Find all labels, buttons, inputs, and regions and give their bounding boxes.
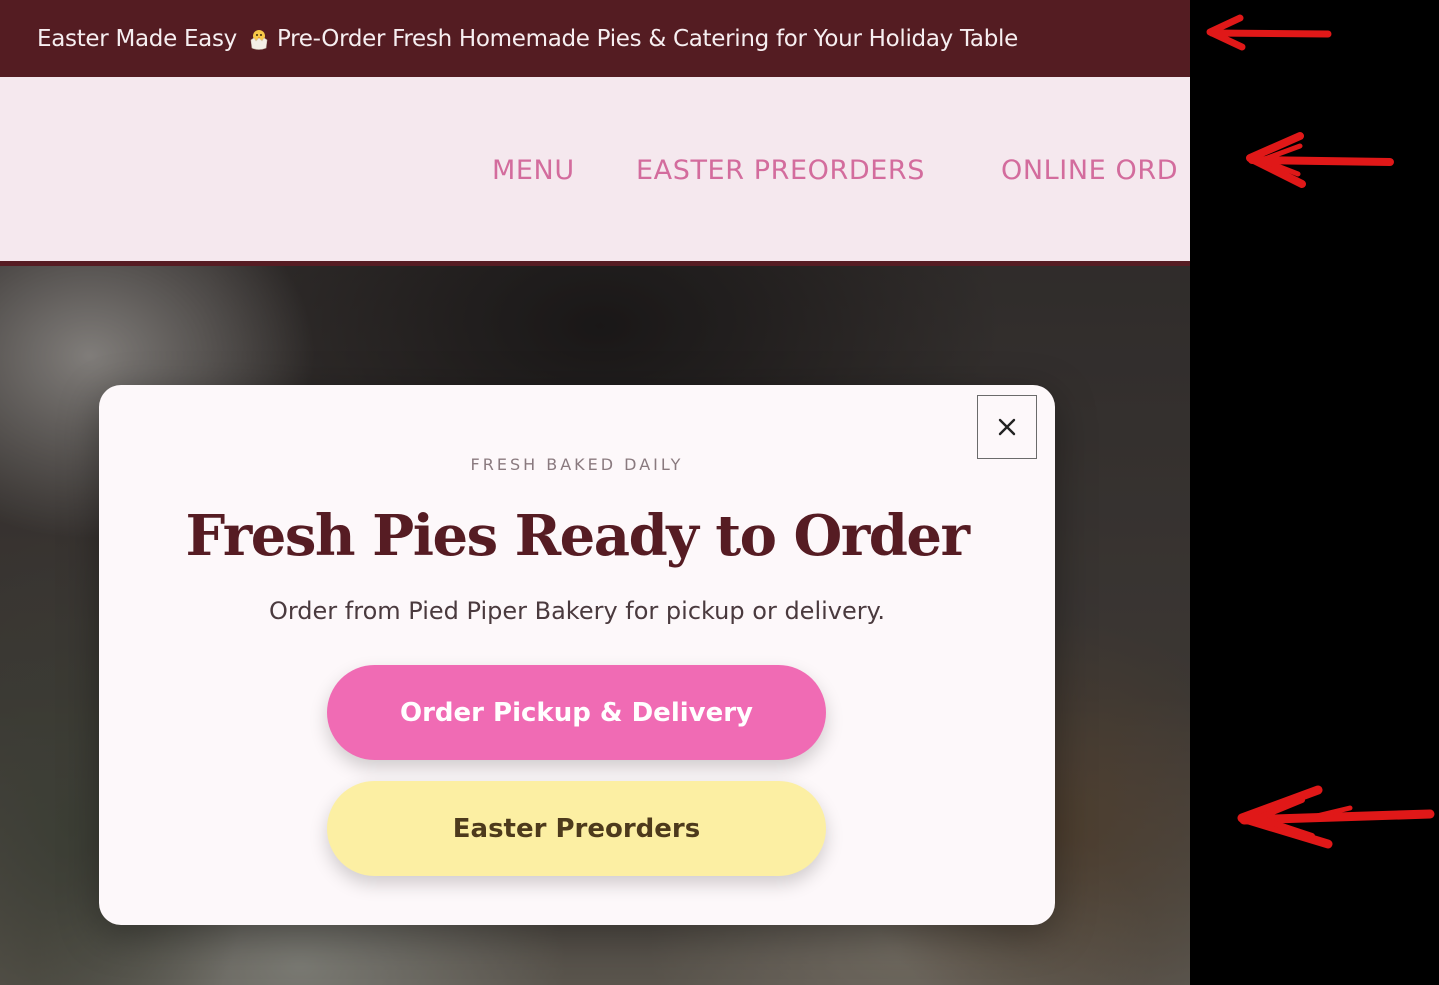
announcement-text-end: Pre-Order Fresh Homemade Pies & Catering… (276, 25, 1018, 52)
order-pickup-delivery-button[interactable]: Order Pickup & Delivery (327, 665, 826, 760)
nav-item-online-ordering[interactable]: ONLINE ORD (1001, 155, 1178, 186)
nav-item-menu[interactable]: MENU (492, 155, 575, 186)
promo-modal: FRESH BAKED DAILY Fresh Pies Ready to Or… (99, 385, 1055, 925)
modal-close-button[interactable] (977, 395, 1037, 459)
close-icon (998, 418, 1016, 436)
announcement-text-start: Easter Made Easy (37, 25, 237, 52)
hatching-chick-icon (250, 29, 268, 50)
left-arrow-icon (1237, 785, 1435, 849)
modal-subtext: Order from Pied Piper Bakery for pickup … (268, 597, 886, 625)
left-arrow-icon (1246, 132, 1394, 188)
left-arrow-icon (1206, 14, 1332, 51)
modal-eyebrow: FRESH BAKED DAILY (470, 455, 684, 474)
announcement-bar[interactable]: Easter Made Easy Pre-Order Fresh Homemad… (0, 0, 1190, 77)
website-viewport: Easter Made Easy Pre-Order Fresh Homemad… (0, 0, 1190, 985)
nav-item-easter-preorders[interactable]: EASTER PREORDERS (636, 155, 925, 186)
main-navigation: MENU EASTER PREORDERS ONLINE ORD (0, 77, 1190, 266)
easter-preorders-button[interactable]: Easter Preorders (327, 781, 826, 876)
modal-headline: Fresh Pies Ready to Order (185, 503, 970, 569)
